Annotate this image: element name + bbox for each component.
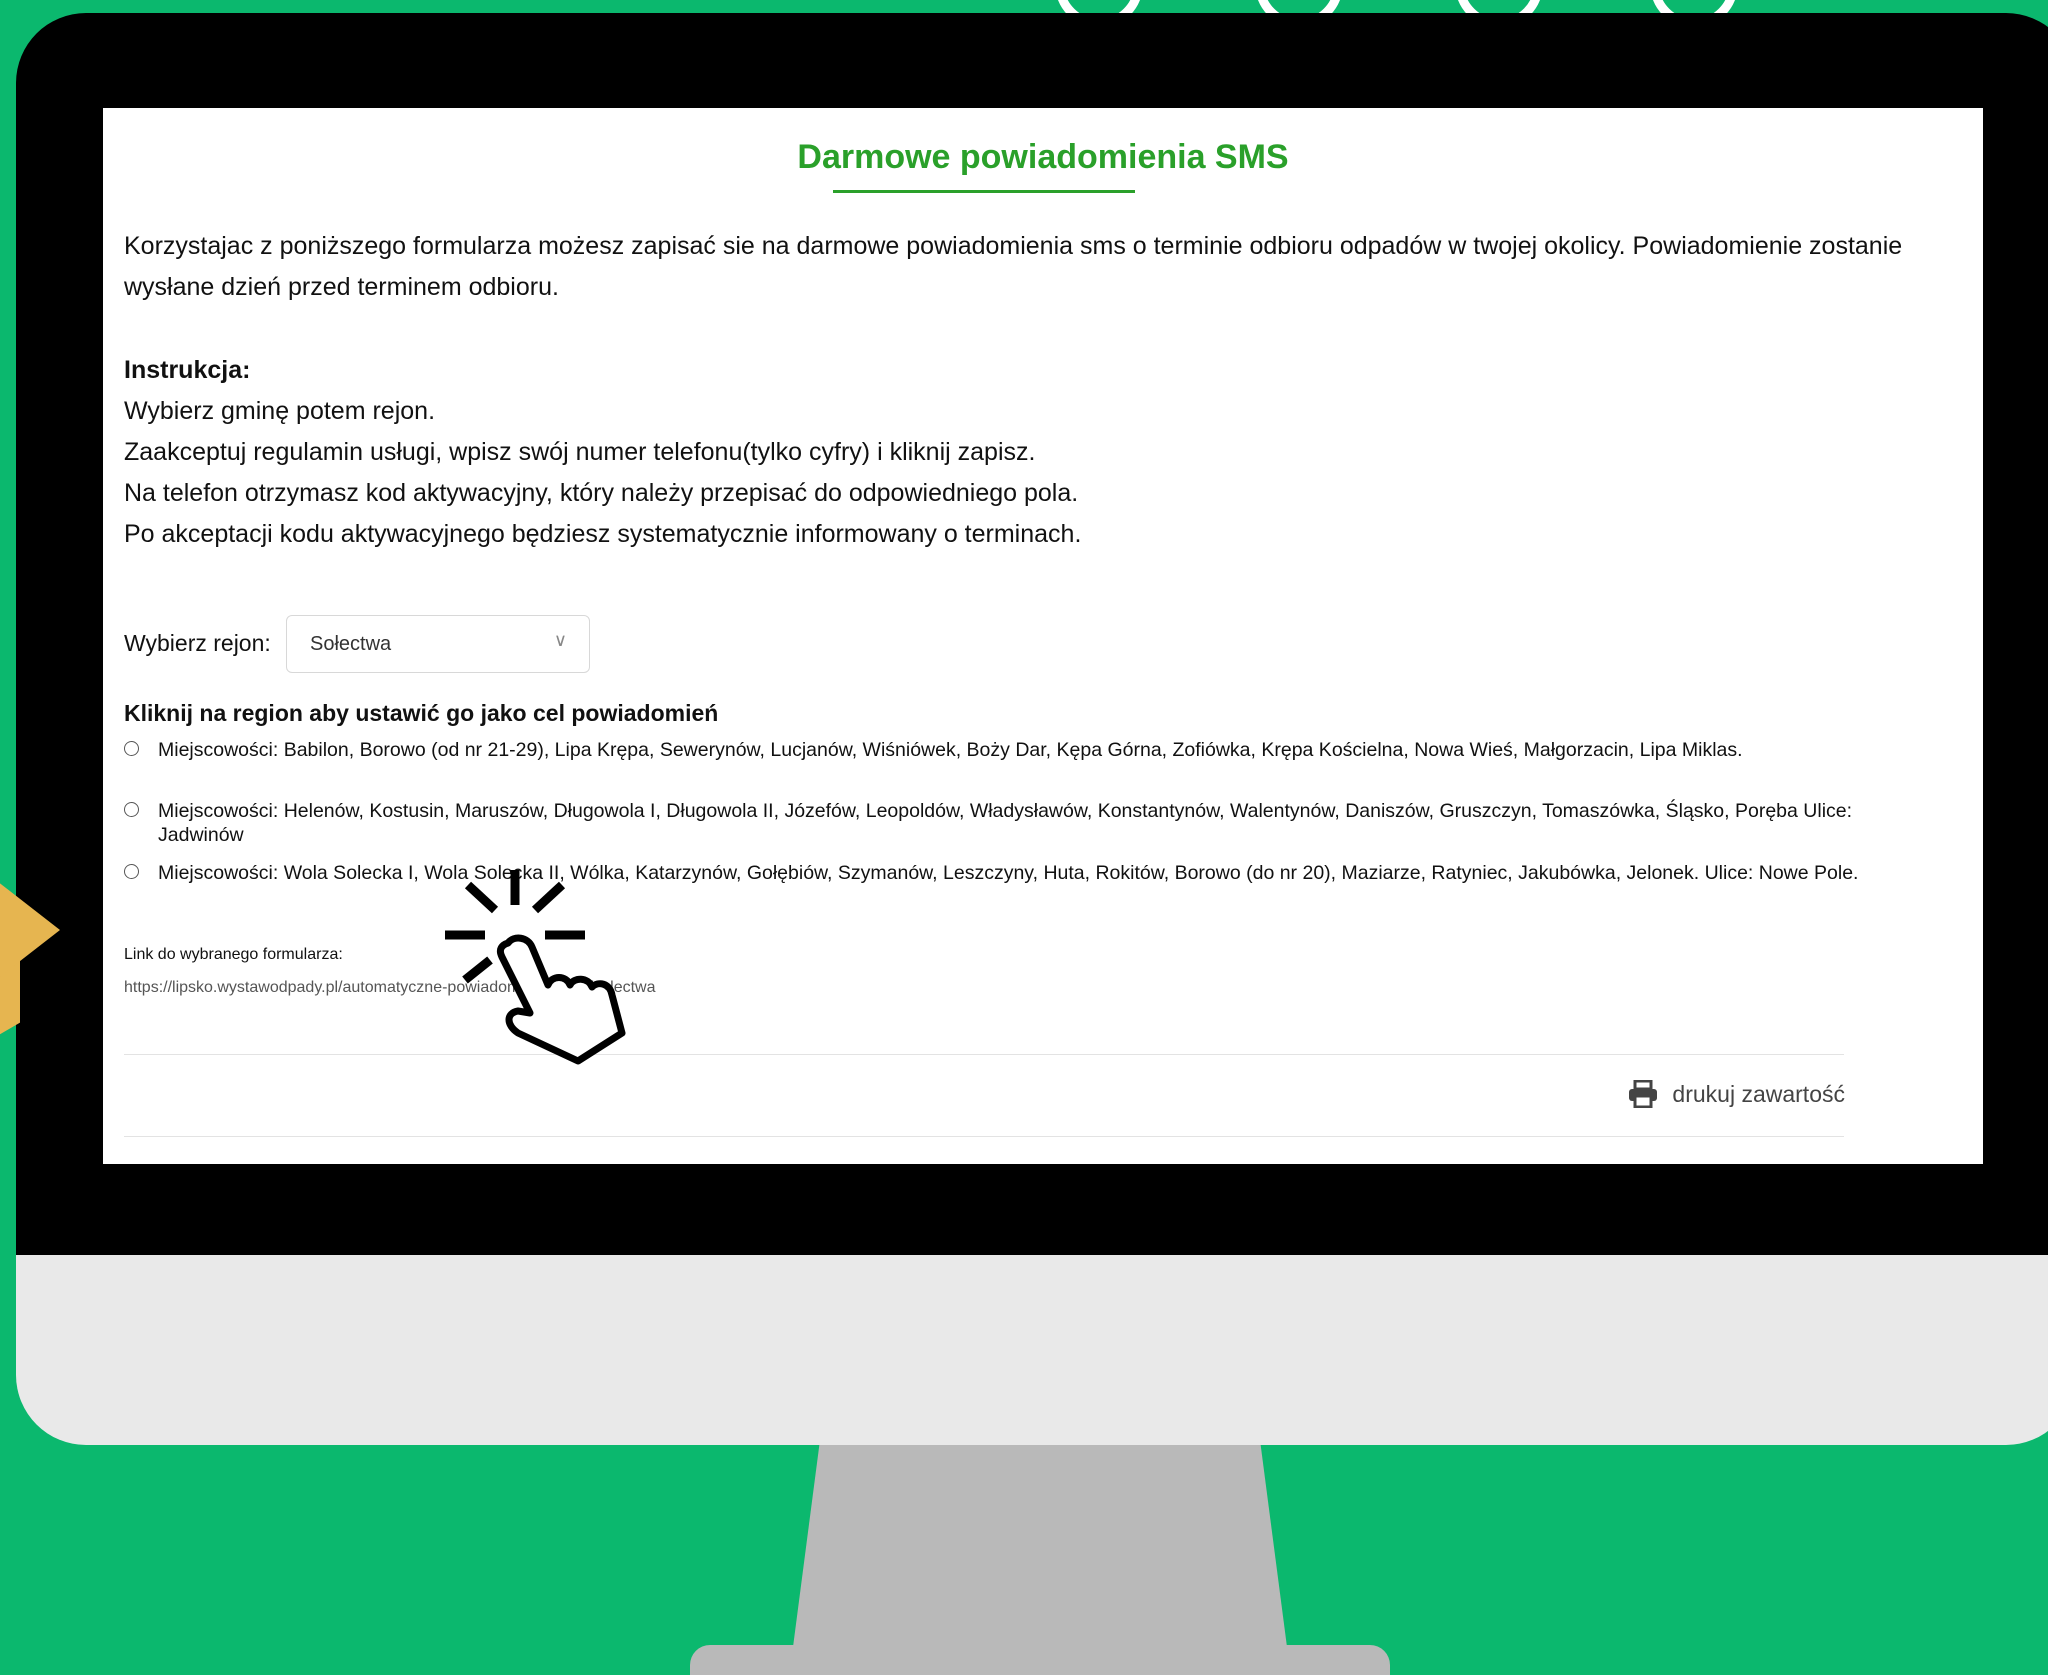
- page-title: Darmowe powiadomienia SMS: [797, 138, 1289, 176]
- instruction-step: Zaakceptuj regulamin usługi, wpisz swój …: [124, 438, 1036, 466]
- print-label: drukuj zawartość: [1672, 1080, 1845, 1107]
- radio-button[interactable]: [124, 802, 139, 817]
- printer-icon: [1629, 1080, 1658, 1108]
- monitor-stand: [790, 1440, 1290, 1670]
- instruction-step: Po akceptacji kodu aktywacyjnego będzies…: [124, 520, 1082, 548]
- region-label: Miejscowości: Babilon, Borowo (od nr 21-…: [158, 739, 1743, 761]
- radio-button[interactable]: [124, 864, 139, 879]
- radio-button[interactable]: [124, 741, 139, 756]
- region-label: Miejscowości: Helenów, Kostusin, Maruszó…: [158, 800, 1853, 846]
- rejon-label: Wybierz rejon:: [124, 630, 271, 656]
- intro-text: Korzystajac z poniższego formularza może…: [124, 232, 1903, 301]
- monitor-stand-foot: [690, 1645, 1390, 1675]
- rejon-select-value: Sołectwa: [310, 633, 392, 655]
- title-underline: [833, 190, 1135, 193]
- instructions: Instrukcja: Wybierz gminę potem rejon. Z…: [124, 350, 1081, 555]
- regions-heading: Kliknij na region aby ustawić go jako ce…: [124, 700, 719, 726]
- chevron-down-icon: ∨: [553, 630, 567, 650]
- browser-screen: Darmowe powiadomienia SMS Korzystajac z …: [103, 108, 1983, 1164]
- divider: [124, 1136, 1844, 1137]
- instructions-heading: Instrukcja:: [124, 356, 251, 384]
- divider: [124, 1054, 1844, 1055]
- pointer-hand-icon: [445, 870, 626, 1065]
- region-label: Miejscowości: Wola Solecka I, Wola Solec…: [158, 862, 1859, 884]
- print-button[interactable]: drukuj zawartość: [1628, 1080, 1845, 1108]
- instruction-step: Wybierz gminę potem rejon.: [124, 397, 436, 425]
- instruction-step: Na telefon otrzymasz kod aktywacyjny, kt…: [124, 479, 1079, 507]
- arrow-decoration: [0, 860, 60, 1000]
- link-label: Link do wybranego formularza:: [124, 946, 343, 963]
- rejon-select[interactable]: Sołectwa ∨: [286, 615, 590, 673]
